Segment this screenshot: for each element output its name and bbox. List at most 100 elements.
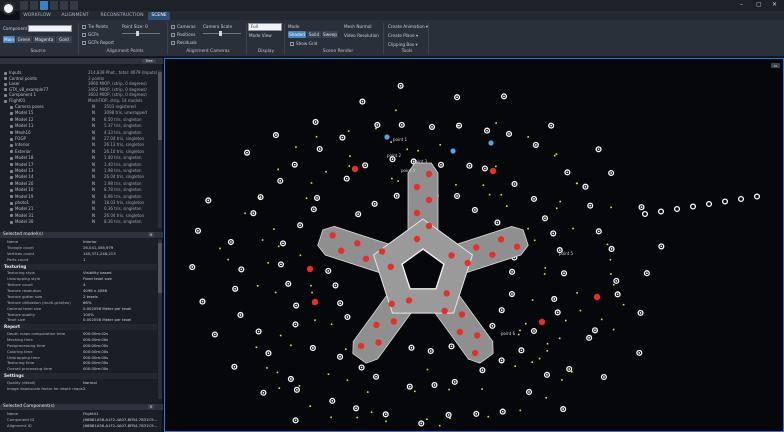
control-point[interactable] xyxy=(388,300,395,308)
tree-model-item[interactable]: photo1 xyxy=(10,200,29,205)
camera-marker[interactable] xyxy=(673,205,681,213)
layout-icon[interactable] xyxy=(40,1,48,10)
slider-knob[interactable] xyxy=(219,31,222,36)
tree-model-item[interactable]: Model 11 xyxy=(10,123,33,128)
control-point[interactable] xyxy=(329,232,336,239)
camera-marker[interactable] xyxy=(753,193,761,200)
point-size-slider[interactable] xyxy=(122,31,160,36)
control-point[interactable] xyxy=(354,240,361,247)
tree-model-item[interactable]: Model 21 xyxy=(10,206,33,211)
control-point[interactable] xyxy=(473,244,480,251)
control-point[interactable] xyxy=(513,243,521,250)
gcps-report-check[interactable]: GCPs Report xyxy=(82,40,114,45)
source-magenta-button[interactable]: Magenta xyxy=(33,36,55,43)
3d-viewport[interactable]: point 1 point 2 point 3 point 4 point 5 point… xyxy=(164,58,784,432)
control-point[interactable] xyxy=(464,259,471,267)
create-animation-button[interactable]: Create Animation ▾ xyxy=(388,24,428,29)
tab-workflow[interactable]: WORKFLOW xyxy=(20,12,54,20)
control-point[interactable] xyxy=(387,263,394,271)
maximize-button[interactable]: ▢ xyxy=(756,1,762,8)
slider-knob[interactable] xyxy=(136,31,139,36)
property-section-header[interactable]: Report xyxy=(1,324,157,331)
source-main-button[interactable]: Main xyxy=(3,36,15,43)
render-solid-button[interactable]: Solid xyxy=(307,31,321,38)
save-icon[interactable] xyxy=(20,1,28,10)
property-section-header[interactable]: Settings xyxy=(1,373,157,380)
control-point[interactable] xyxy=(425,196,433,204)
viewport-corner-button[interactable]: ▭ xyxy=(771,63,780,68)
render-shaded-button[interactable]: Shaded xyxy=(288,31,306,38)
source-gold-button[interactable]: Gold xyxy=(56,36,72,43)
control-point[interactable] xyxy=(489,251,496,258)
create-plane-button[interactable]: Create Plane ▾ xyxy=(388,33,418,38)
camera-marker[interactable] xyxy=(689,203,697,210)
control-point[interactable] xyxy=(338,247,345,254)
building-model[interactable] xyxy=(317,162,529,364)
show-grid-check[interactable]: Show Grid xyxy=(290,41,317,46)
tie-points-check[interactable]: Tie Points xyxy=(82,24,108,29)
control-point[interactable] xyxy=(306,265,314,273)
minimize-button[interactable]: – xyxy=(740,1,743,8)
clipping-box-button[interactable]: Clipping Box ▾ xyxy=(388,42,418,47)
control-point[interactable] xyxy=(405,297,413,304)
image-icon[interactable] xyxy=(60,1,68,10)
tree-model-item[interactable]: FOGP xyxy=(10,136,26,141)
tree-model-item[interactable]: Model 19 xyxy=(10,194,33,199)
tree-model-item[interactable]: Model 17 xyxy=(10,162,33,167)
app-logo-icon[interactable] xyxy=(2,2,15,15)
settings-icon[interactable] xyxy=(70,1,78,10)
control-point[interactable] xyxy=(441,307,448,315)
control-point[interactable] xyxy=(357,342,365,350)
control-point[interactable] xyxy=(351,165,359,173)
control-point[interactable] xyxy=(489,167,497,175)
control-point[interactable] xyxy=(448,252,455,259)
tab-reconstruction[interactable]: RECONSTRUCTION xyxy=(96,12,148,20)
source-green-button[interactable]: Green xyxy=(16,36,32,43)
control-point[interactable] xyxy=(474,332,481,339)
control-point[interactable] xyxy=(413,209,421,217)
tree-model-item[interactable]: Model 10 xyxy=(10,187,33,192)
tree-model-item[interactable]: Model 15 xyxy=(10,110,33,115)
tree-model-item[interactable]: Model 12 xyxy=(10,117,33,122)
panel-close-icon[interactable]: × xyxy=(148,404,154,409)
scene-canvas[interactable]: point 1 point 2 point 3 point 4 point 5 point… xyxy=(165,59,783,431)
tree-model-item[interactable]: Model 31 xyxy=(10,213,33,218)
property-section-header[interactable]: Texturing xyxy=(1,263,157,270)
control-point[interactable] xyxy=(311,298,319,306)
control-point[interactable] xyxy=(413,235,421,243)
control-point[interactable] xyxy=(458,311,466,318)
tree-model-item[interactable]: Model 30 xyxy=(10,219,33,224)
residuals-check[interactable]: Residuals xyxy=(171,40,197,45)
tree-model-item[interactable]: Interior xyxy=(10,142,30,147)
control-point[interactable] xyxy=(375,339,382,346)
tab-alignment[interactable]: ALIGNMENT xyxy=(58,12,92,20)
control-point[interactable] xyxy=(593,293,601,301)
camera-marker[interactable] xyxy=(657,208,665,215)
grid-icon[interactable] xyxy=(50,1,58,10)
control-point[interactable] xyxy=(538,318,546,326)
props-scroll-thumb[interactable] xyxy=(158,243,162,293)
camera-scale-slider[interactable] xyxy=(203,31,241,36)
selected-camera-marker[interactable] xyxy=(488,140,494,146)
camera-marker[interactable] xyxy=(641,210,649,218)
control-point[interactable] xyxy=(362,255,370,262)
camera-marker[interactable] xyxy=(737,195,745,203)
camera-marker[interactable] xyxy=(721,198,729,205)
control-point[interactable] xyxy=(497,236,505,243)
props-scrollbar[interactable] xyxy=(158,239,162,399)
display-mode-select[interactable]: Full xyxy=(248,23,282,31)
control-point[interactable] xyxy=(443,290,450,297)
control-point[interactable] xyxy=(471,349,479,357)
gcps-check[interactable]: GCPs xyxy=(82,32,99,37)
tree-toggle-button[interactable]: Tree xyxy=(142,59,156,63)
component-select[interactable] xyxy=(28,25,72,32)
positions-check[interactable]: Positions xyxy=(171,32,196,37)
tree-scroll-thumb[interactable] xyxy=(158,72,162,140)
control-point[interactable] xyxy=(378,248,386,255)
tree-model-item[interactable]: Model 20 xyxy=(10,181,33,186)
cameras-check[interactable]: Cameras xyxy=(171,24,196,29)
mesh-normal-option[interactable]: Mesh Normal xyxy=(344,24,372,29)
close-button[interactable]: ✕ xyxy=(772,1,777,8)
control-point[interactable] xyxy=(425,170,433,178)
tree-model-item[interactable]: Model 14 xyxy=(10,174,33,179)
